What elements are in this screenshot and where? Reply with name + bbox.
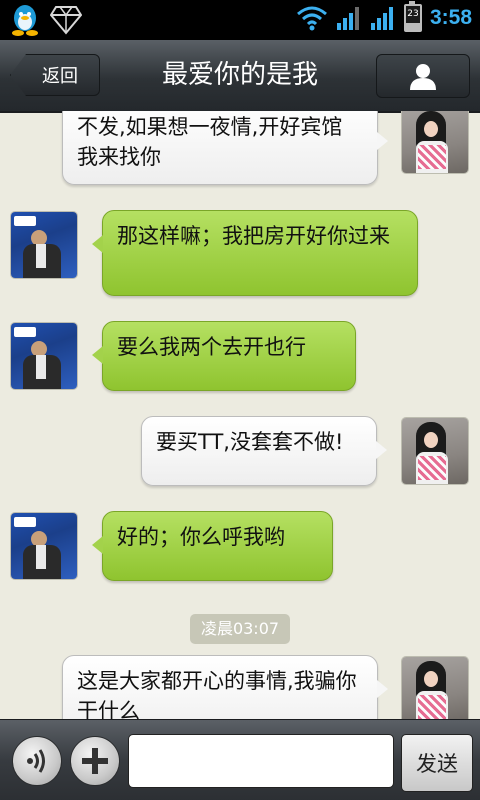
battery-level-text: 23 xyxy=(407,9,419,19)
title-bar: 返回 最爱你的是我 xyxy=(0,40,480,113)
message-input[interactable] xyxy=(128,734,394,788)
plus-button[interactable] xyxy=(70,736,120,786)
input-bar: 发送 xyxy=(0,719,480,800)
voice-button[interactable] xyxy=(12,736,62,786)
message-bubble-outgoing[interactable]: 不发,如果想一夜情,开好宾馆我来找你 xyxy=(62,111,388,185)
voice-icon xyxy=(27,749,45,773)
wifi-icon xyxy=(296,6,327,31)
back-button-label: 返回 xyxy=(42,66,78,87)
message-bubble-outgoing[interactable]: 要买TT,没套套不做! xyxy=(141,416,387,486)
page-title: 最爱你的是我 xyxy=(161,60,318,90)
battery-level xyxy=(405,22,420,30)
timestamp-chip: 凌晨03:07 xyxy=(190,614,290,644)
message-bubble-incoming[interactable]: 那这样嘛；我把房开好你过来 xyxy=(92,210,418,296)
diamond-icon xyxy=(50,6,82,35)
profile-button[interactable] xyxy=(376,54,470,98)
message-text: 要买TT,没套套不做! xyxy=(156,430,344,454)
message-list[interactable]: 不发,如果想一夜情,开好宾馆我来找你 那这样嘛；我把房开好你过来 要么我两个去开… xyxy=(0,111,480,719)
message-text: 那这样嘛；我把房开好你过来 xyxy=(117,224,390,248)
avatar[interactable] xyxy=(11,323,77,389)
send-button-label: 发送 xyxy=(416,752,458,776)
battery-icon: 23 xyxy=(403,1,422,32)
message-bubble-incoming[interactable]: 好的；你么呼我哟 xyxy=(92,511,333,581)
message-text: 要么我两个去开也行 xyxy=(117,335,306,359)
avatar[interactable] xyxy=(402,418,468,484)
message-text: 不发,如果想一夜情,开好宾馆我来找你 xyxy=(77,115,343,169)
avatar[interactable] xyxy=(402,657,468,719)
plus-icon xyxy=(82,748,108,774)
signal-icon xyxy=(336,7,359,30)
chat-screen: 23 3:58 返回 最爱你的是我 不发,如果想一夜情,开好宾馆我来找你 那这样… xyxy=(0,0,480,800)
signal-icon xyxy=(370,7,393,30)
message-text: 好的；你么呼我哟 xyxy=(117,525,285,549)
back-button[interactable]: 返回 xyxy=(10,54,100,96)
message-bubble-incoming[interactable]: 要么我两个去开也行 xyxy=(92,321,356,391)
qq-penguin-icon xyxy=(12,5,38,36)
status-left xyxy=(10,4,82,36)
message-bubble-outgoing[interactable]: 这是大家都开心的事情,我骗你干什么 xyxy=(62,655,388,719)
avatar[interactable] xyxy=(11,212,77,278)
status-time: 3:58 xyxy=(429,6,472,29)
avatar[interactable] xyxy=(402,111,468,173)
status-bar: 23 3:58 xyxy=(0,0,480,40)
avatar[interactable] xyxy=(11,513,77,579)
message-text: 这是大家都开心的事情,我骗你干什么 xyxy=(77,669,357,719)
status-right: 23 3:58 xyxy=(296,1,472,32)
send-button[interactable]: 发送 xyxy=(401,734,473,792)
person-icon xyxy=(410,64,436,90)
